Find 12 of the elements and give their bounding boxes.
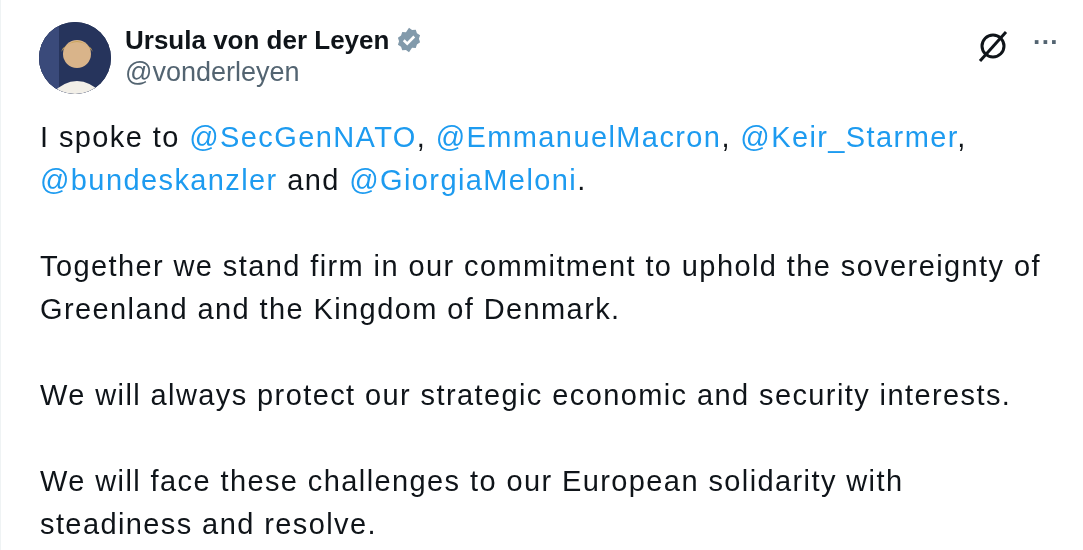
mention-link[interactable]: @GiorgiaMeloni <box>349 164 578 196</box>
mention-link[interactable]: @SecGenNATO <box>189 121 417 153</box>
post-paragraph: We will face these challenges to our European solidarity with steadiness and resolve. <box>40 464 905 542</box>
post-paragraph: Together we stand firm in our commitment to uphold the sovereignty of Greenland and the Kingdom of Denmark. <box>40 249 1042 327</box>
mention-link[interactable]: @EmmanuelMacron <box>435 121 722 153</box>
mention-link[interactable]: @bundeskanzler <box>40 164 278 196</box>
post-paragraph: We will always protect our strategic economic and security interests. <box>40 378 1013 413</box>
more-button[interactable]: ··· <box>1033 29 1059 63</box>
post-paragraph: I spoke to @SecGenNATO, @EmmanuelMacron, @Keir_Starmer, @bundeskanzler and @GiorgiaMeloni. <box>40 120 968 198</box>
author-name[interactable]: Ursula von der Leyen <box>125 24 390 56</box>
mention-link[interactable]: @Keir_Starmer <box>740 121 958 153</box>
author-handle[interactable]: @vonderleyen <box>125 56 424 88</box>
